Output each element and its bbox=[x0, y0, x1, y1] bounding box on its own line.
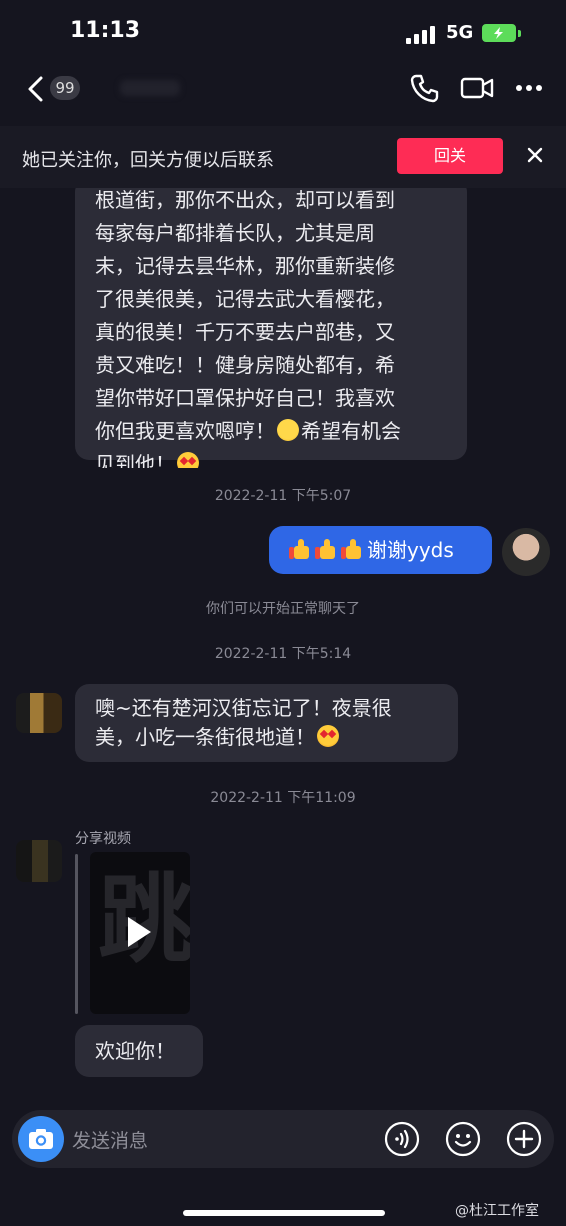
message-line: 了很美很美，记得去武大看樱花， bbox=[95, 287, 395, 311]
follow-banner-text: 她已关注你，回关方便以后联系 bbox=[22, 150, 274, 171]
thumbs-up-icon bbox=[341, 538, 363, 560]
star-eyes-emoji-icon bbox=[317, 725, 339, 747]
message-bubble-outgoing[interactable]: 谢谢yyds bbox=[269, 526, 492, 574]
phone-icon[interactable] bbox=[408, 72, 440, 104]
message-line: 美，小吃一条街很地道！ bbox=[95, 725, 315, 749]
timestamp: 2022-2-11 下午5:07 bbox=[214, 488, 352, 504]
voice-icon[interactable] bbox=[384, 1121, 420, 1157]
unread-badge[interactable]: 99 bbox=[50, 76, 80, 100]
message-bubble-incoming[interactable]: 噢~还有楚河汉街忘记了！夜景很 美，小吃一条街很地道！ bbox=[75, 684, 458, 762]
message-text: 欢迎你！ bbox=[95, 1039, 175, 1063]
message-line-group: 见到他！ bbox=[95, 448, 447, 468]
watermark: @杜江工作室 bbox=[455, 1203, 539, 1219]
avatar-self[interactable] bbox=[502, 528, 550, 576]
message-bubble-incoming[interactable]: 根道街，那你不出众，却可以看到 每家每户都排着长队，尤其是周 末，记得去昙华林，… bbox=[75, 188, 467, 468]
video-call-icon[interactable] bbox=[460, 74, 494, 102]
battery-icon bbox=[482, 24, 516, 42]
play-icon[interactable] bbox=[125, 915, 153, 949]
share-video-label: 分享视频 bbox=[75, 831, 131, 847]
contact-name-blurred bbox=[120, 80, 180, 96]
smirk-emoji-icon bbox=[277, 419, 299, 441]
plus-icon[interactable] bbox=[506, 1121, 542, 1157]
message-text: 谢谢yyds bbox=[367, 538, 454, 562]
home-indicator bbox=[183, 1210, 385, 1216]
message-line: 噢~还有楚河汉街忘记了！夜景很 bbox=[95, 696, 392, 720]
emoji-icon[interactable] bbox=[445, 1121, 481, 1157]
message-line-group: 你但我更喜欢嗯哼！ 希望有机会 bbox=[95, 415, 447, 448]
timestamp: 2022-2-11 下午11:09 bbox=[210, 790, 356, 806]
follow-back-button[interactable]: 回关 bbox=[397, 138, 503, 174]
quote-bar bbox=[75, 854, 78, 1014]
back-icon[interactable] bbox=[22, 74, 52, 104]
signal-icon bbox=[406, 26, 436, 44]
more-icon[interactable] bbox=[515, 80, 543, 96]
thumbs-up-icon bbox=[315, 538, 337, 560]
message-input[interactable]: 发送消息 bbox=[72, 1126, 148, 1153]
message-bubble-incoming[interactable]: 欢迎你！ bbox=[75, 1025, 203, 1077]
message-line-group: 美，小吃一条街很地道！ bbox=[95, 723, 438, 752]
system-notice: 你们可以开始正常聊天了 bbox=[206, 601, 360, 617]
network-label: 5G bbox=[446, 22, 474, 43]
message-line: 根道街，那你不出众，却可以看到 bbox=[95, 188, 395, 212]
battery-tip bbox=[518, 30, 521, 37]
message-line: 望你带好口罩保护好自己！我喜欢 bbox=[95, 386, 395, 410]
message-line: 每家每户都排着长队，尤其是周 bbox=[95, 221, 375, 245]
message-line: 末，记得去昙华林，那你重新装修 bbox=[95, 254, 395, 278]
avatar-contact[interactable] bbox=[16, 840, 62, 882]
message-clip: 根道街，那你不出众，却可以看到 每家每户都排着长队，尤其是周 末，记得去昙华林，… bbox=[0, 188, 566, 468]
message-line: 见到他！ bbox=[95, 452, 175, 468]
message-line: 贵又难吃！！健身房随处都有，希 bbox=[95, 353, 395, 377]
camera-button[interactable] bbox=[18, 1116, 64, 1162]
avatar-contact[interactable] bbox=[16, 693, 62, 733]
message-line: 希望有机会 bbox=[301, 419, 401, 443]
star-eyes-emoji-icon bbox=[177, 452, 199, 468]
message-line: 真的很美！千万不要去户部巷，又 bbox=[95, 320, 395, 344]
status-time: 11:13 bbox=[70, 18, 141, 43]
close-icon[interactable] bbox=[526, 146, 544, 164]
camera-icon bbox=[29, 1129, 53, 1149]
message-line: 你但我更喜欢嗯哼！ bbox=[95, 419, 275, 443]
timestamp: 2022-2-11 下午5:14 bbox=[214, 646, 352, 662]
thumbs-up-icon bbox=[289, 538, 311, 560]
